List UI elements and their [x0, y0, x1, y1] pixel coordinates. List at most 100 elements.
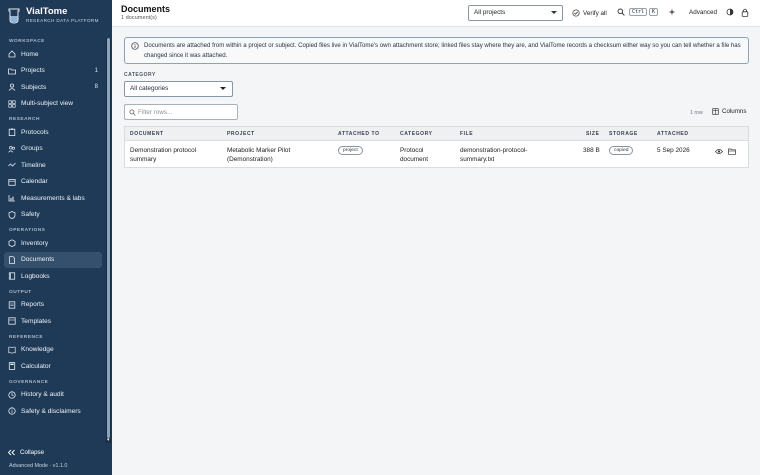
- sidebar-item-calendar[interactable]: Calendar: [4, 174, 102, 191]
- caret-down-icon: [220, 87, 226, 90]
- brand[interactable]: VialTome RESEARCH DATA PLATFORM: [7, 7, 99, 24]
- columns-label: Columns: [722, 108, 747, 115]
- header-size[interactable]: SIZE: [586, 131, 600, 137]
- sidebar-item-safety[interactable]: Safety: [4, 207, 102, 224]
- sidebar-item-subjects[interactable]: Subjects 8: [4, 79, 102, 96]
- box-icon: [8, 239, 16, 248]
- subjects-count: 8: [94, 84, 98, 91]
- category-select-value: All categories: [130, 85, 169, 92]
- filter-rows-input[interactable]: [138, 107, 234, 118]
- header-storage[interactable]: STORAGE: [609, 131, 638, 137]
- category-select[interactable]: All categories: [124, 81, 233, 97]
- sidebar-item-measurements[interactable]: Measurements & labs: [4, 190, 102, 207]
- sidebar-item-label: Calculator: [21, 362, 51, 370]
- topbar: Documents 1 document(s) All projects Ver…: [112, 0, 760, 27]
- kbd-k: K: [649, 8, 659, 16]
- sidebar-item-label: Groups: [21, 145, 43, 153]
- knowledge-book-icon: [8, 346, 16, 354]
- command-search-button[interactable]: Ctrl K: [617, 8, 659, 16]
- header-category[interactable]: CATEGORY: [400, 131, 433, 137]
- eye-icon[interactable]: [715, 148, 723, 155]
- verify-all-label: Verify all: [583, 9, 607, 17]
- sidebar-item-label: Safety & disclaimers: [21, 407, 81, 415]
- info-banner-text: Documents are attached from within a pro…: [144, 42, 741, 59]
- columns-button[interactable]: Columns: [712, 108, 746, 115]
- sidebar-item-protocols[interactable]: Protocols: [4, 124, 102, 141]
- attached-to-badge: project: [338, 146, 363, 155]
- sidebar-item-templates[interactable]: Templates: [4, 313, 102, 330]
- cell-category: Protocol document: [400, 146, 428, 164]
- sidebar-item-history[interactable]: History & audit: [4, 387, 102, 404]
- sparkle-icon[interactable]: [668, 8, 676, 16]
- row-count: 1 row: [690, 110, 703, 116]
- info-circle-icon: [8, 407, 16, 415]
- sidebar-item-label: Reports: [21, 301, 45, 309]
- sidebar-item-label: Protocols: [21, 128, 49, 136]
- vial-logo-icon: [8, 8, 20, 24]
- storage-badge: copied: [609, 146, 634, 155]
- kbd-ctrl: Ctrl: [629, 8, 648, 16]
- sidebar-item-label: Subjects: [21, 83, 47, 91]
- sidebar-item-label: Timeline: [21, 161, 46, 169]
- scrollbar-thumb[interactable]: [107, 38, 110, 438]
- sidebar-item-label: Calendar: [21, 178, 48, 186]
- sidebar-item-knowledge[interactable]: Knowledge: [4, 342, 102, 359]
- section-research: RESEARCH: [9, 117, 40, 122]
- sidebar-item-inventory[interactable]: Inventory: [4, 235, 102, 252]
- header-attached-to[interactable]: ATTACHED TO: [338, 131, 380, 137]
- section-output: OUTPUT: [9, 289, 32, 295]
- scroll-down-arrow-icon[interactable]: ▾: [107, 437, 110, 443]
- sidebar-item-label: Safety: [21, 211, 40, 219]
- sidebar-item-timeline[interactable]: Timeline: [4, 157, 102, 174]
- lock-icon[interactable]: [741, 8, 749, 17]
- sidebar-item-calculator[interactable]: Calculator: [4, 358, 102, 375]
- sidebar-item-label: Measurements & labs: [21, 194, 85, 202]
- template-icon: [8, 317, 16, 325]
- home-icon: [8, 50, 16, 58]
- theme-toggle-icon[interactable]: [726, 8, 734, 16]
- sidebar-item-reports[interactable]: Reports: [4, 297, 102, 314]
- history-icon: [8, 391, 16, 399]
- section-governance: GOVERNANCE: [9, 379, 49, 385]
- cell-category-line1: Protocol: [400, 147, 424, 154]
- section-operations: OPERATIONS: [9, 228, 46, 233]
- cell-document-line1: Demonstration protocol: [130, 147, 197, 154]
- search-icon: [617, 8, 625, 16]
- cell-project: Metabolic Marker Pilot (Demonstration): [227, 146, 290, 164]
- section-workspace: WORKSPACE: [9, 39, 45, 44]
- grid-icon: [8, 100, 16, 108]
- open-folder-icon[interactable]: [728, 148, 736, 155]
- sidebar-item-multi-subject[interactable]: Multi-subject view: [4, 96, 102, 113]
- calendar-icon: [8, 178, 16, 186]
- cell-document-line2: summary: [130, 156, 157, 163]
- chart-icon: [8, 195, 15, 202]
- header-file[interactable]: FILE: [460, 131, 473, 137]
- sidebar-item-label: Knowledge: [21, 346, 54, 354]
- project-select[interactable]: All projects: [468, 5, 563, 21]
- verify-all-button[interactable]: Verify all: [572, 9, 607, 17]
- collapse-button[interactable]: Collapse: [7, 449, 44, 456]
- search-icon: [129, 109, 136, 116]
- table-row[interactable]: Demonstration protocol summary Metabolic…: [125, 141, 748, 167]
- sidebar-item-safety-disclaimers[interactable]: Safety & disclaimers: [4, 403, 102, 420]
- documents-table: DOCUMENT PROJECT ATTACHED TO CATEGORY FI…: [124, 126, 749, 168]
- main-content: Documents are attached from within a pro…: [112, 27, 760, 475]
- book-icon: [8, 272, 16, 280]
- sidebar-item-label: Inventory: [21, 239, 49, 247]
- sidebar-item-home[interactable]: Home: [4, 46, 102, 63]
- sidebar-item-groups[interactable]: Groups: [4, 141, 102, 158]
- filter-rows-field[interactable]: [124, 104, 238, 120]
- advanced-mode-button[interactable]: Advanced: [689, 9, 717, 16]
- timeline-icon: [8, 162, 16, 167]
- clipboard-icon: [8, 128, 16, 137]
- sidebar-item-logbooks[interactable]: Logbooks: [4, 268, 102, 285]
- sidebar-scrollbar[interactable]: [106, 38, 111, 443]
- header-attached[interactable]: ATTACHED: [657, 131, 689, 137]
- shield-icon: [8, 210, 16, 219]
- sidebar-item-projects[interactable]: Projects 1: [4, 63, 102, 80]
- section-reference: REFERENCE: [9, 334, 44, 340]
- header-document[interactable]: DOCUMENT: [130, 131, 164, 137]
- app-tagline: RESEARCH DATA PLATFORM: [26, 18, 99, 23]
- sidebar-item-documents[interactable]: Documents: [4, 251, 102, 268]
- header-project[interactable]: PROJECT: [227, 131, 255, 137]
